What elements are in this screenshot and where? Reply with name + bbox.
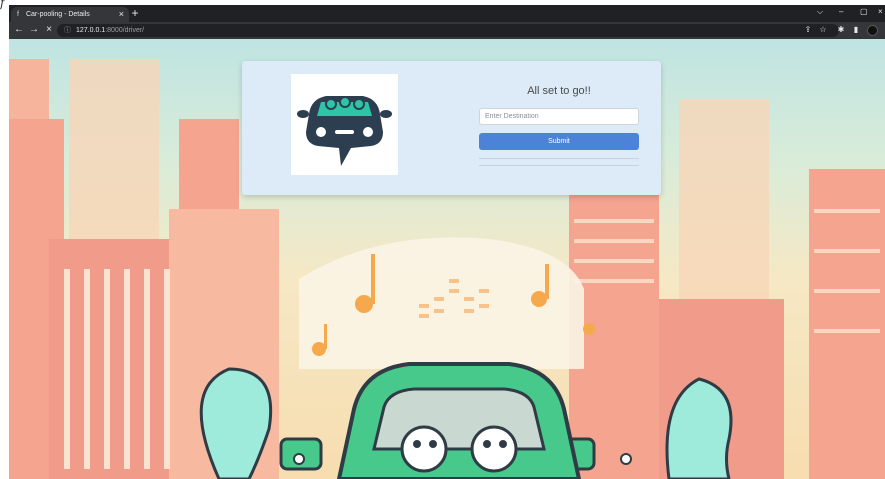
passenger-right: [470, 425, 518, 473]
passenger-eye: [499, 440, 507, 448]
card-title: All set to go!!: [527, 85, 591, 97]
carpool-logo: [291, 74, 398, 175]
tab-search-icon[interactable]: ⌵: [817, 7, 823, 17]
music-note: [355, 295, 373, 313]
window-stripe: [144, 269, 150, 469]
profile-avatar[interactable]: [867, 25, 878, 36]
carpool-logo-icon: [297, 96, 392, 166]
tab-favicon-icon: f: [17, 11, 19, 18]
music-note-stem: [324, 324, 327, 349]
page-viewport: All set to go!! Submit: [9, 39, 885, 479]
logo-grille: [335, 130, 354, 134]
logo-passenger: [325, 98, 337, 110]
new-tab-button[interactable]: +: [129, 7, 141, 19]
browser-toolbar: ← → × ⓘ 127.0.0.1:8000/driver/ ⇪ ☆ ✱ ▮: [9, 22, 885, 39]
address-host: 127.0.0.1: [76, 27, 106, 34]
window-stripe: [574, 279, 654, 283]
destination-input[interactable]: [479, 108, 639, 125]
passenger-eye: [413, 440, 421, 448]
equalizer-bar: [479, 304, 489, 308]
window-stripe: [574, 239, 654, 243]
equalizer-bar: [479, 289, 489, 293]
side-panel-icon[interactable]: ▮: [850, 24, 862, 36]
close-window-button[interactable]: ×: [878, 7, 883, 16]
window-stripe: [814, 329, 880, 333]
equalizer-bar: [449, 279, 459, 283]
window-stripe: [814, 289, 880, 293]
window-stripe: [104, 269, 110, 469]
equalizer-bar: [449, 289, 459, 293]
window-stripe: [574, 219, 654, 223]
bookmark-star-icon[interactable]: ☆: [817, 24, 829, 36]
maximize-button[interactable]: ▢: [860, 7, 868, 16]
tab-title: Car-pooling - Details: [25, 11, 90, 18]
mirror-knob: [293, 453, 305, 465]
window-stripe: [814, 209, 880, 213]
tab-strip: f Car-pooling - Details × + ⌵ – ▢ ×: [9, 5, 885, 22]
window-stripe: [574, 259, 654, 263]
equalizer-bar: [434, 297, 444, 301]
equalizer-bar: [434, 309, 444, 313]
tab-car-pooling-details[interactable]: f Car-pooling - Details ×: [11, 7, 129, 22]
passenger-eye: [483, 440, 491, 448]
music-note-stem: [371, 254, 375, 304]
music-note: [312, 342, 326, 356]
destination-card: All set to go!! Submit: [242, 61, 661, 195]
tab-close-icon[interactable]: ×: [119, 9, 124, 19]
logo-headlight: [316, 127, 326, 137]
submit-button[interactable]: Submit: [479, 133, 639, 150]
window-stripe: [84, 269, 90, 469]
browser-window: f Car-pooling - Details × + ⌵ – ▢ × ← → …: [9, 5, 885, 479]
equalizer-bar: [419, 304, 429, 308]
window-stripe: [124, 269, 130, 469]
logo-passenger: [353, 98, 365, 110]
equalizer-bar: [464, 297, 474, 301]
forward-button[interactable]: →: [27, 23, 41, 37]
extensions-icon[interactable]: ✱: [835, 24, 847, 36]
passenger-head: [470, 425, 518, 473]
building-right-edge: [809, 169, 885, 479]
equalizer-bar: [464, 309, 474, 313]
music-note-stem: [545, 264, 549, 299]
logo-mirror: [380, 110, 392, 118]
window-stripe: [164, 269, 170, 469]
card-divider: [479, 158, 639, 159]
passenger-left: [400, 425, 448, 473]
equalizer-bar: [419, 314, 429, 318]
back-button[interactable]: ←: [12, 23, 26, 37]
address-path: :8000/driver/: [105, 27, 145, 34]
passenger-head: [400, 425, 448, 473]
car-windshield: [372, 387, 546, 451]
logo-passenger: [339, 96, 351, 108]
music-note: [531, 291, 547, 307]
passenger-eye: [429, 440, 437, 448]
logo-headlight: [363, 127, 373, 137]
address-bar[interactable]: ⓘ 127.0.0.1:8000/driver/: [57, 24, 839, 37]
mirror-knob: [620, 453, 632, 465]
window-stripe: [814, 249, 880, 253]
music-note: [583, 323, 595, 335]
site-info-icon[interactable]: ⓘ: [64, 27, 71, 34]
minimize-button[interactable]: –: [839, 7, 843, 16]
share-icon[interactable]: ⇪: [802, 24, 814, 36]
logo-mirror: [297, 110, 309, 118]
window-stripe: [64, 269, 70, 469]
card-divider: [479, 165, 639, 166]
stop-loading-button[interactable]: ×: [42, 23, 56, 37]
